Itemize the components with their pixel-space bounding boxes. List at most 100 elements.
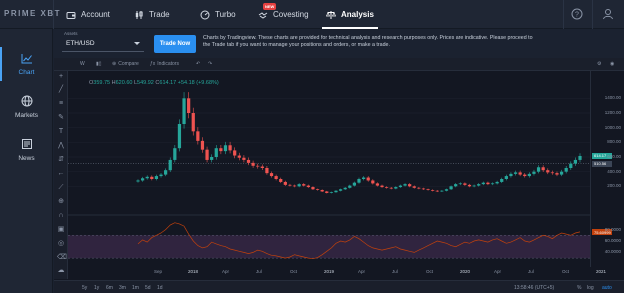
sidebar-item-label: Chart [18,69,35,76]
candle [205,149,209,160]
range-6m[interactable]: 6m [106,285,113,291]
candle [200,140,205,150]
candle [260,166,264,168]
candle [578,155,582,160]
disclaimer-text: Charts by Tradingview. These charts are … [203,35,533,48]
candle [412,186,416,188]
range-3m[interactable]: 3m [119,285,126,291]
time-range-bar: 5y 1y 6m 3m 1m 5d 1d 13:58:46 (UTC+5) % … [54,280,624,293]
candle [477,184,481,186]
user-icon[interactable] [600,6,616,22]
candle [509,173,513,177]
price-tick-label: 800.00 [607,139,621,145]
zoom-icon[interactable]: ⊕ [57,198,65,206]
undo-icon[interactable]: ↶ [196,61,200,67]
trade-now-button[interactable]: Trade Now [154,35,196,53]
wallet-icon [66,10,76,20]
price-axis: 614.17 510.56 75.60999 1400.00 1200.00 100… [590,71,624,267]
candle [426,189,430,190]
candle-style-icon[interactable]: ▮▯ [96,61,102,67]
candle [527,173,531,177]
asset-select[interactable]: ETH/USD [62,37,144,52]
trash-icon[interactable]: ⌫ [57,254,67,262]
candle [329,192,333,193]
camera-icon[interactable]: ◉ [610,61,614,67]
compare-button[interactable]: ⊕ Compare [112,61,139,67]
sidebar-item-markets[interactable]: Markets [0,95,53,119]
sidebar-item-chart[interactable]: Chart [0,47,53,81]
candle [541,167,545,171]
range-1y[interactable]: 1y [94,285,99,291]
sidebar-item-label: Markets [14,112,39,119]
settings-icon[interactable]: ⚙ [597,61,601,67]
utc-clock[interactable]: 13:58:46 (UTC+5) [514,285,554,291]
nav-analysis[interactable]: Analysis [322,0,378,29]
time-tick-label: Jul [256,269,262,274]
cloud-icon[interactable]: ☁ [57,267,65,275]
candle [311,187,315,190]
range-5y[interactable]: 5y [82,285,87,291]
range-1d[interactable]: 1d [157,285,163,291]
sidebar-item-news[interactable]: News [0,138,53,162]
candle [214,148,218,157]
time-tick-label: Jul [392,269,398,274]
back-arrow-icon[interactable]: ← [57,170,65,178]
candle [559,171,564,175]
nav-trade[interactable]: Trade [134,0,170,29]
range-1m[interactable]: 1m [132,285,139,291]
ruler-icon[interactable]: ⟋ [57,184,65,192]
price-tick-label: 1400.00 [604,95,621,101]
help-icon[interactable]: ? [569,6,585,22]
candle [495,181,499,184]
scale-percent[interactable]: % [577,285,581,291]
time-tick-label: Jul [528,269,534,274]
candle [145,176,149,179]
text-tool-icon[interactable]: T [57,128,65,136]
time-tick-label: Apr [358,269,366,274]
interval-select[interactable]: W [80,61,85,67]
scales-icon [326,10,336,20]
pattern-tool-icon[interactable]: ⋀ [57,142,65,150]
candle [320,190,324,192]
nav-account[interactable]: Account [66,0,110,29]
candle [136,180,140,182]
candle [302,184,306,186]
indicators-button[interactable]: ƒx Indicators [150,61,179,67]
candle [536,167,541,172]
nav-turbo[interactable]: Turbo [200,0,236,29]
nav-covesting[interactable]: NEW Covesting [258,0,309,29]
candle [532,171,536,174]
brush-tool-icon[interactable]: ✎ [57,114,65,122]
candle [431,190,435,191]
lock-icon[interactable]: ▣ [57,226,65,234]
price-tick-label: 200.00 [607,183,621,189]
magnet-icon[interactable]: ∩ [57,212,65,220]
compare-label: Compare [118,61,139,67]
fib-tool-icon[interactable]: ≡ [57,100,65,108]
candle [371,180,375,184]
candle [467,184,472,187]
line-tool-icon[interactable]: ╱ [57,86,65,94]
candle [417,187,421,189]
sidebar-item-label: News [18,155,35,162]
scale-log[interactable]: log [587,285,594,291]
tradingview-chart[interactable]: W ▮▯ ⊕ Compare ƒx Indicators ↶ ↷ ⚙ ◉ + ╱ ≡… [54,58,624,293]
scale-auto[interactable]: auto [602,285,612,291]
nav-turbo-label: Turbo [215,10,236,19]
candle [223,145,228,152]
candle [269,173,274,177]
candle [325,191,329,193]
rsi-band [68,235,590,259]
range-5d[interactable]: 5d [145,285,151,291]
time-tick-label: Apr [222,269,230,274]
globe-icon [21,95,33,109]
sidebar: Chart Markets News [0,29,53,293]
eye-icon[interactable]: ◎ [57,240,65,248]
crosshair-icon[interactable]: + [57,73,65,81]
candle [444,189,449,191]
time-axis: Sep 2018 Apr Jul Oct 2019 Apr Jul Oct 2020 Apr Jul O… [68,267,606,277]
projection-tool-icon[interactable]: ⇵ [57,156,65,164]
redo-icon[interactable]: ↷ [208,61,212,67]
candle [449,186,453,190]
candle [251,162,255,166]
